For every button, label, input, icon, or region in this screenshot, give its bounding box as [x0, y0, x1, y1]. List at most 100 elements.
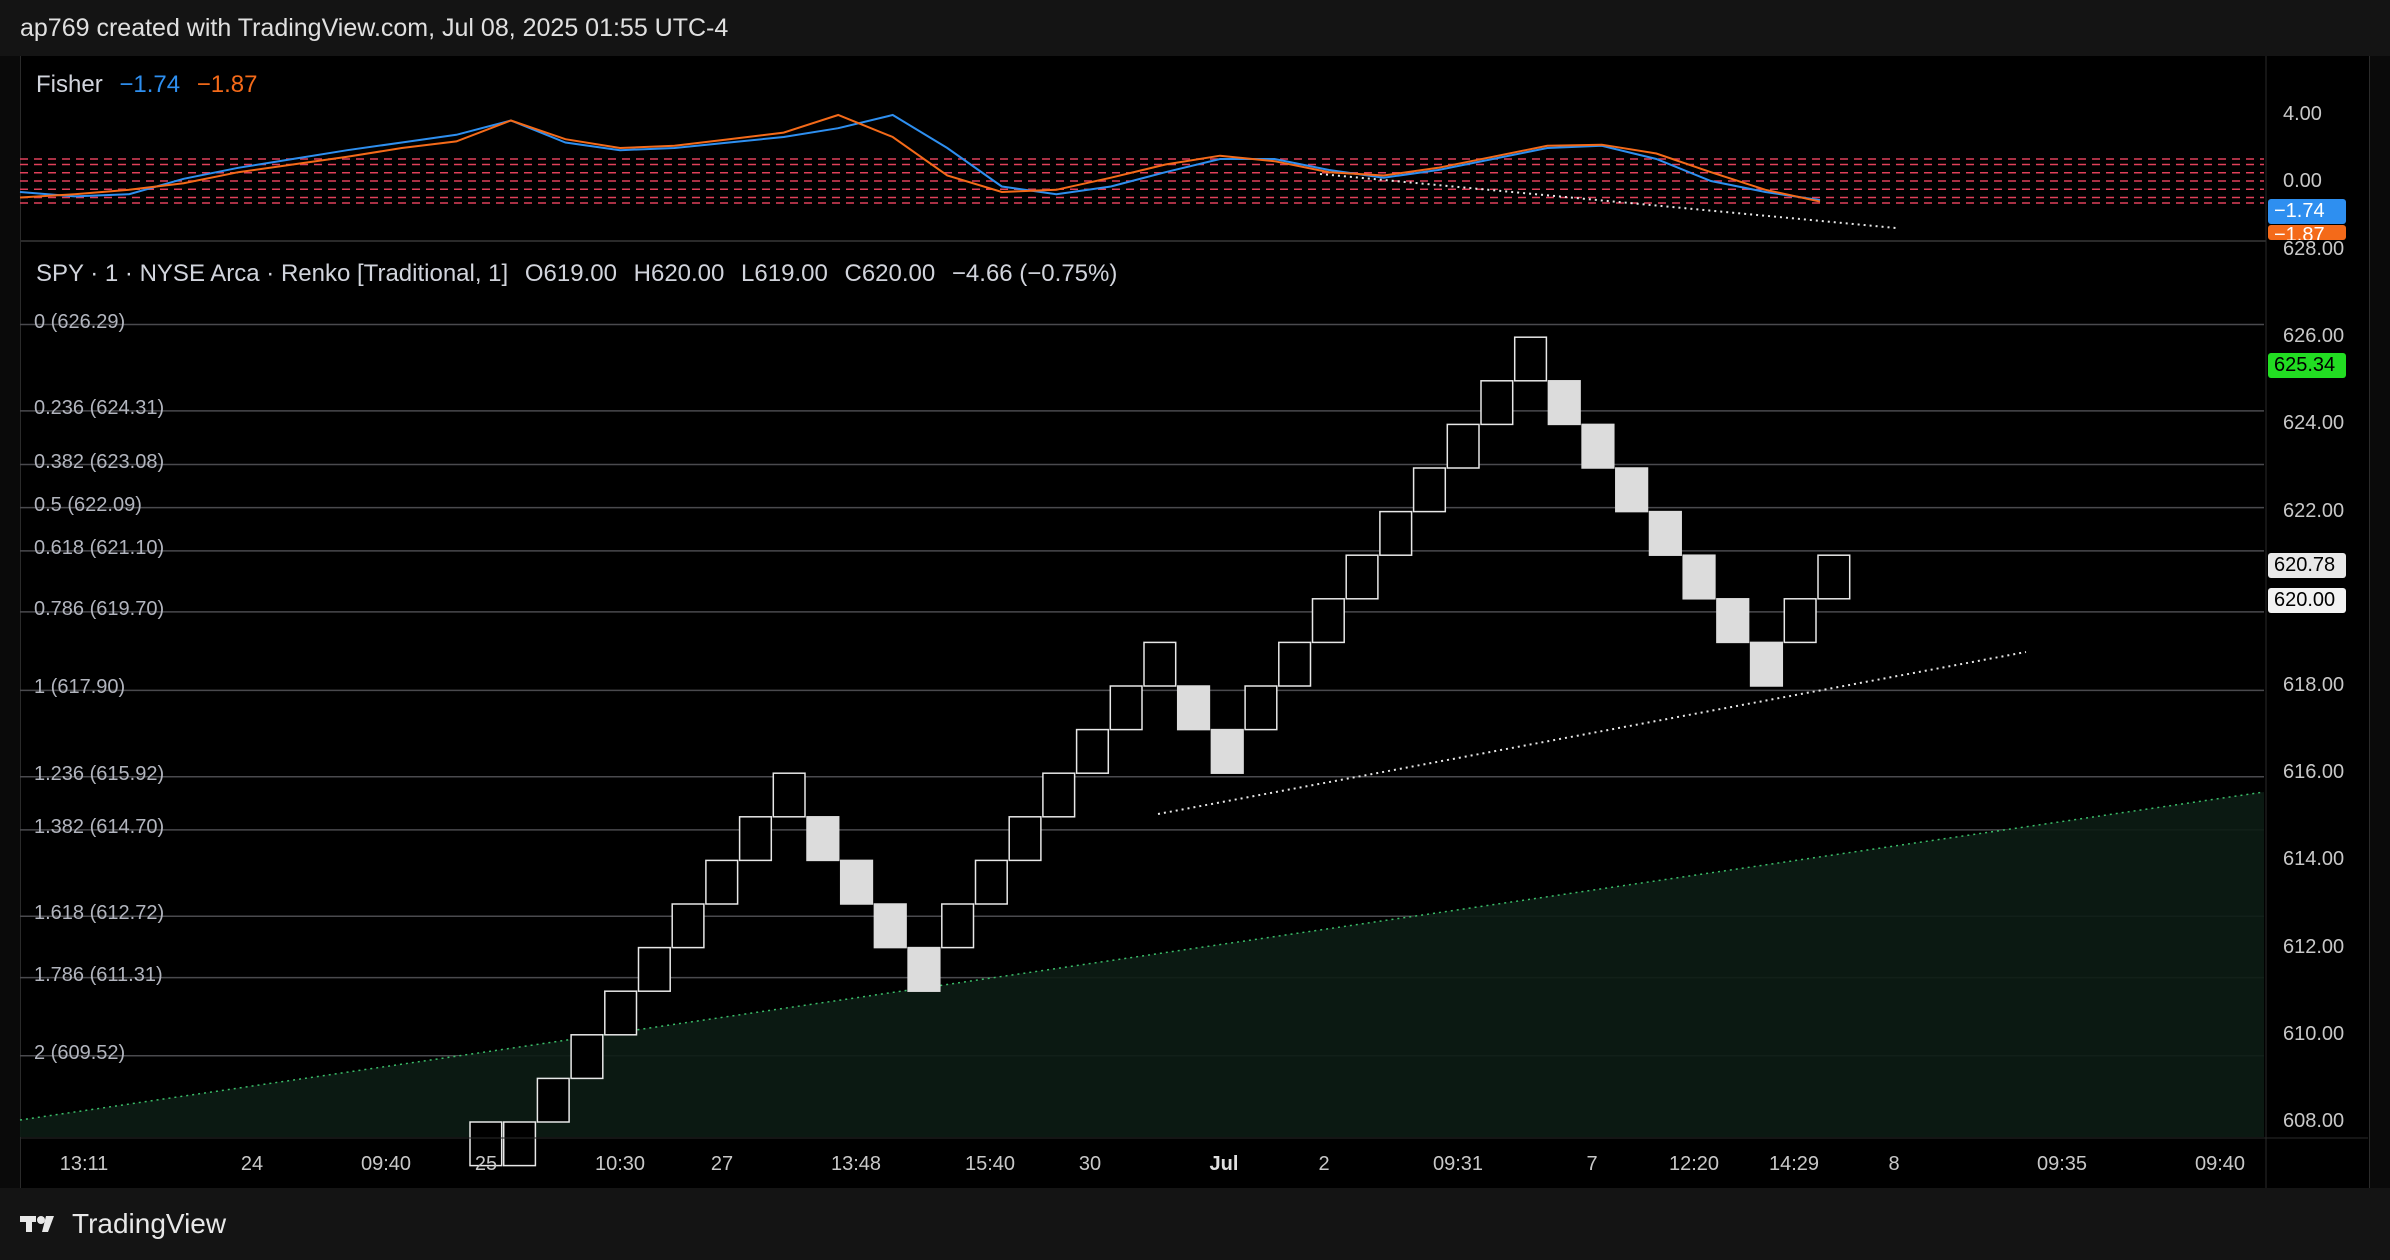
open-label: O — [524, 260, 544, 287]
time-axis-label: 13:48 — [830, 1153, 882, 1175]
open-value: 619.00 — [543, 260, 617, 287]
price-axis-label: 618.00 — [2283, 674, 2345, 696]
renko-brick-up — [1278, 641, 1312, 687]
price-axis-label: 622.00 — [2283, 499, 2345, 522]
fisher-value-tag: −1.74 — [2268, 199, 2346, 224]
renko-brick-down — [1176, 685, 1211, 731]
renko-brick-down — [1210, 728, 1244, 774]
low-label: L — [741, 260, 755, 287]
fib-level-label: 2 (609.52) — [34, 1041, 126, 1064]
fib-level-label: 1.236 (615.92) — [34, 762, 165, 785]
fisher-axis-label: 4.00 — [2283, 103, 2322, 125]
brand-name: TradingView — [72, 1208, 227, 1239]
price-tag-green: 625.34 — [2268, 353, 2346, 378]
fisher-series-line — [19, 113, 1821, 202]
price-axis-label: 624.00 — [2283, 412, 2345, 435]
renko-brick-down — [1682, 554, 1716, 600]
renko-brick-down — [873, 903, 907, 949]
price-axis-label: 612.00 — [2283, 935, 2345, 958]
fisher-level-lines — [20, 158, 2264, 204]
close-label: C — [844, 260, 862, 287]
fib-level-label: 1 (617.90) — [34, 676, 126, 699]
time-axis-label: 09:35 — [2036, 1153, 2088, 1175]
time-axis-label: 2 — [1318, 1153, 1330, 1175]
renko-brick-up — [1042, 772, 1076, 818]
renko-brick-up — [1783, 598, 1817, 644]
renko-brick-up — [1143, 641, 1177, 687]
time-axis-label: 24 — [240, 1153, 264, 1175]
renko-brick-up — [604, 990, 638, 1036]
renko-brick-up — [974, 859, 1008, 905]
renko-brick-up — [1480, 380, 1514, 426]
price-axis-label: 614.00 — [2283, 848, 2345, 871]
fisher-value: −1.74 — [119, 71, 181, 98]
trendline-drawings[interactable] — [1157, 173, 2027, 815]
renko-brick-up — [1513, 336, 1548, 382]
fib-level-label: 1.618 (612.72) — [34, 902, 165, 925]
time-axis-label: 14:29 — [1768, 1153, 1820, 1175]
time-axis-label: 15:40 — [964, 1153, 1016, 1175]
renko-brick-down — [1581, 423, 1615, 469]
price-axis-label: 616.00 — [2283, 761, 2345, 784]
symbol-legend[interactable]: SPY · 1 · NYSE Arca · Renko [Traditional… — [36, 260, 1127, 288]
renko-brick-up — [502, 1121, 537, 1167]
fib-level-label: 0.382 (623.08) — [34, 450, 165, 473]
price-axis-label: 608.00 — [2283, 1110, 2345, 1132]
renko-brick-up — [1446, 423, 1480, 469]
renko-brick-up — [1075, 728, 1110, 774]
renko-brick-up — [705, 859, 739, 905]
time-axis-label: 10:30 — [594, 1153, 646, 1175]
time-axis-label: 25 — [474, 1153, 498, 1175]
low-value: 619.00 — [754, 260, 828, 287]
renko-brick-up — [1008, 816, 1042, 862]
bottom-bar — [0, 1188, 2390, 1260]
fisher-name: Fisher — [36, 71, 103, 98]
time-axis-label: 8 — [1888, 1153, 1900, 1175]
renko-brick-down — [839, 859, 874, 905]
renko-brick-down — [1648, 510, 1682, 556]
price-axis-label: 628.00 — [2283, 238, 2345, 260]
fisher-trendline — [1319, 173, 1897, 229]
fib-level-label: 0.618 (621.10) — [34, 536, 165, 559]
time-axis-label: Jul — [1209, 1153, 1239, 1175]
tradingview-logo[interactable]: TradingView — [20, 1208, 226, 1240]
fisher-axis-label: 0.00 — [2283, 170, 2322, 192]
renko-brick-up — [941, 903, 975, 949]
fisher-trigger-value: −1.87 — [196, 71, 258, 98]
chart-canvas[interactable] — [0, 0, 2390, 1260]
last-price-tag: 620.00 — [2268, 588, 2346, 613]
time-axis-label: 12:20 — [1668, 1153, 1720, 1175]
renko-brick-up — [1244, 685, 1278, 731]
fib-level-label: 1.786 (611.31) — [34, 963, 163, 986]
renko-brick-up — [1817, 554, 1851, 600]
time-axis-label: 09:31 — [1432, 1153, 1484, 1175]
price-tag-upper: 620.78 — [2268, 553, 2346, 578]
fib-level-label: 0.786 (619.70) — [34, 597, 165, 620]
renko-brick-up — [1345, 554, 1379, 600]
time-axis-label: 27 — [710, 1153, 734, 1175]
renko-brick-up — [1379, 510, 1413, 556]
trend-channel-fill — [20, 792, 2264, 1137]
high-label: H — [633, 260, 651, 287]
time-axis-label: 7 — [1586, 1153, 1598, 1175]
high-value: 620.00 — [650, 260, 725, 287]
renko-brick-up — [738, 816, 773, 862]
fisher-legend[interactable]: Fisher −1.74 −1.87 — [36, 71, 268, 99]
renko-brick-up — [1412, 467, 1447, 513]
renko-brick-up — [772, 772, 806, 818]
renko-brick-up — [1311, 598, 1345, 644]
renko-brick-up — [637, 946, 671, 992]
renko-brick-down — [907, 946, 941, 992]
renko-brick-down — [806, 816, 840, 862]
symbol-description: SPY · 1 · NYSE Arca · Renko [Traditional… — [36, 260, 509, 287]
renko-brick-up — [1109, 685, 1143, 731]
time-axis-label: 13:11 — [59, 1153, 109, 1175]
change-value: −4.66 (−0.75%) — [951, 260, 1118, 287]
fib-level-label: 0.5 (622.09) — [34, 493, 142, 516]
renko-brick-down — [1749, 641, 1784, 687]
trend-channel[interactable] — [19, 791, 2265, 1137]
renko-brick-down — [1547, 380, 1581, 426]
renko-brick-up — [570, 1034, 604, 1080]
renko-brick-down — [1716, 598, 1750, 644]
time-axis-label: 09:40 — [2194, 1153, 2246, 1175]
